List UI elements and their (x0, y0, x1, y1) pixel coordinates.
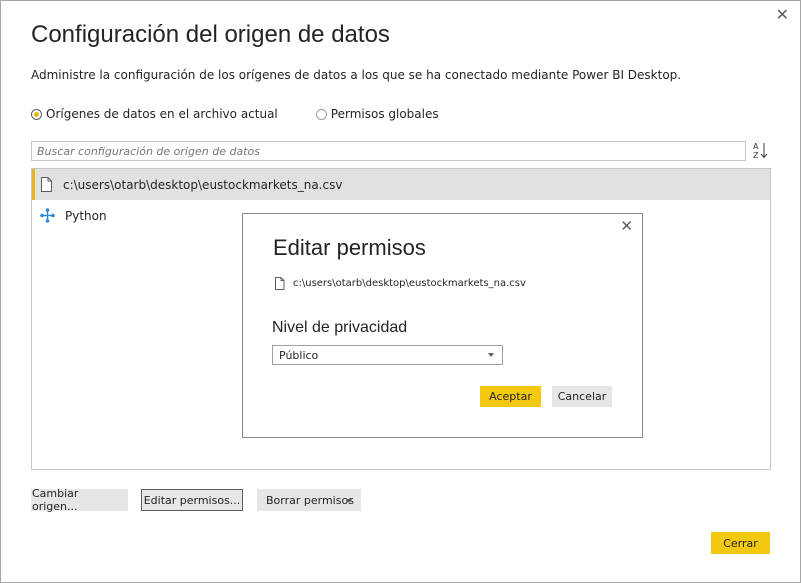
svg-text:Z: Z (753, 151, 759, 160)
privacy-level-label: Nivel de privacidad (272, 319, 408, 336)
sort-az-icon: A Z (753, 142, 768, 160)
chevron-down-icon (346, 499, 352, 503)
accept-button[interactable]: Aceptar (480, 386, 541, 407)
cancel-button[interactable]: Cancelar (552, 386, 612, 407)
list-item-label: Python (65, 208, 107, 223)
radio-global-permissions-label: Permisos globales (330, 107, 439, 121)
close-icon[interactable]: ✕ (620, 219, 633, 234)
radio-global-permissions[interactable]: Permisos globales (315, 107, 439, 121)
radio-unchecked-icon (315, 108, 327, 120)
privacy-level-value: Público (279, 348, 319, 362)
radio-current-file-label: Orígenes de datos en el archivo actual (46, 107, 278, 121)
privacy-level-select[interactable]: Público (272, 345, 503, 365)
edit-permissions-modal: ✕ Editar permisos c:\users\otarb\desktop… (242, 213, 643, 438)
chevron-down-icon (488, 353, 494, 357)
scope-radio-group: Orígenes de datos en el archivo actual P… (31, 107, 439, 121)
modal-title: Editar permisos (273, 235, 426, 260)
modal-file-row: c:\users\otarb\desktop\eustockmarkets_na… (274, 277, 526, 290)
python-connector-icon (40, 208, 55, 223)
radio-current-file[interactable]: Orígenes de datos en el archivo actual (31, 107, 278, 121)
modal-file-path: c:\users\otarb\desktop\eustockmarkets_na… (293, 278, 526, 289)
dialog-description: Administre la configuración de los oríge… (31, 68, 682, 82)
change-source-button[interactable]: Cambiar origen... (31, 487, 128, 513)
list-item-label: c:\users\otarb\desktop\eustockmarkets_na… (63, 177, 343, 192)
clear-permissions-label: Borrar permisos (266, 493, 354, 507)
svg-text:A: A (753, 142, 759, 151)
close-icon[interactable]: ✕ (776, 7, 789, 23)
sort-az-button[interactable]: A Z (751, 140, 770, 161)
file-icon (41, 177, 52, 192)
clear-permissions-dropdown[interactable]: Borrar permisos (257, 489, 361, 511)
dialog-title: Configuración del origen de datos (31, 21, 390, 48)
close-button[interactable]: Cerrar (711, 532, 770, 554)
edit-permissions-button[interactable]: Editar permisos... (141, 489, 243, 511)
search-input[interactable] (31, 141, 746, 161)
file-icon (275, 277, 285, 290)
radio-checked-icon (31, 108, 42, 120)
list-item-csv-source[interactable]: c:\users\otarb\desktop\eustockmarkets_na… (32, 169, 770, 200)
